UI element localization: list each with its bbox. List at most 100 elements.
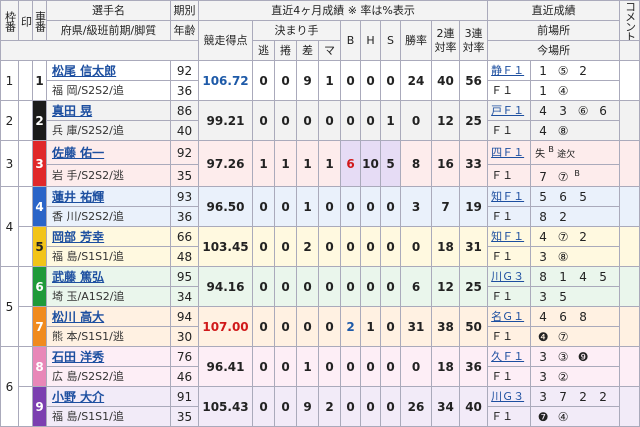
prev-venue-link[interactable]: 静Ｆ１ (487, 60, 532, 81)
rank-mark: 5 (579, 189, 587, 204)
stat-b: 0 (340, 60, 361, 101)
rank-mark: 8 (539, 209, 547, 224)
kimarite-count: 0 (274, 306, 297, 347)
age: 35 (170, 406, 199, 427)
period: 86 (170, 100, 199, 121)
car-number: 1 (32, 60, 47, 101)
mark-cell[interactable] (18, 346, 33, 387)
kimarite-count: 2 (296, 226, 319, 267)
header-shirushi: 印 (18, 0, 33, 41)
age: 34 (170, 286, 199, 307)
period: 94 (170, 306, 199, 327)
player-name-link[interactable]: 蓮井 祐輝 (46, 186, 171, 207)
player-name-link[interactable]: 佐藤 佑一 (46, 140, 171, 165)
car-number-label: 3 (35, 156, 44, 171)
car-number: 8 (32, 346, 47, 387)
prev-venue-link[interactable]: 川Ｇ３ (487, 266, 532, 287)
race-score: 106.72 (198, 60, 253, 101)
stat-h: 0 (360, 266, 381, 307)
kimarite-count: 0 (318, 266, 341, 307)
player-name-link[interactable]: 松尾 信太郎 (46, 60, 171, 81)
cur-venue: Ｆ１ (487, 164, 532, 187)
prev-venue-link[interactable]: 久Ｆ１ (487, 346, 532, 367)
player-name-link[interactable]: 小野 大介 (46, 386, 171, 407)
stat-h: 0 (360, 226, 381, 267)
car-number: 4 (32, 186, 47, 227)
kimarite-count: 0 (318, 226, 341, 267)
mark-cell[interactable] (18, 306, 33, 347)
rank-mark: 3 (559, 103, 567, 118)
prev-venue-link[interactable]: 四Ｆ１ (487, 140, 532, 165)
kimarite-count: 1 (252, 140, 275, 187)
rate-r3: 31 (458, 226, 489, 267)
stat-s: 0 (380, 306, 401, 347)
kimarite-count: 9 (296, 386, 319, 427)
kimarite-count: 1 (296, 186, 319, 227)
rank-mark: 4 (539, 123, 547, 138)
player-name-link[interactable]: 真田 晃 (46, 100, 171, 121)
kimarite-count: 0 (318, 306, 341, 347)
cur-ranks: 3⑧ (530, 246, 621, 267)
rank-mark: ❹ (537, 329, 549, 344)
prev-venue-link[interactable]: 知Ｆ１ (487, 226, 532, 247)
header-k2: 捲 (274, 40, 297, 61)
rate-win: 8 (400, 140, 432, 187)
mark-cell[interactable] (18, 266, 33, 307)
header-score: 競走得点 (198, 20, 253, 61)
prev-ranks: 43⑥6 (530, 100, 621, 121)
mark-cell[interactable] (18, 386, 33, 427)
stat-s: 0 (380, 186, 401, 227)
cur-venue: Ｆ１ (487, 406, 532, 427)
period: 95 (170, 266, 199, 287)
kimarite-count: 0 (274, 226, 297, 267)
player-name-link[interactable]: 武藤 篤弘 (46, 266, 171, 287)
player-prefecture-class: 岩 手/S2S2/逃 (46, 164, 171, 187)
header-recent: 直近4ヶ月成績 ※ 率は%表示 (197, 0, 489, 21)
player-name-link[interactable]: 岡部 芳幸 (46, 226, 171, 247)
header-player-sub: 府県/級班前期/脚質 (46, 20, 171, 41)
frame-number: 3 (0, 140, 19, 187)
rank-mark: ⑥ (577, 103, 589, 118)
header-player: 選手名 (46, 0, 171, 21)
rate-r3: 50 (458, 306, 489, 347)
mark-cell[interactable] (18, 186, 33, 227)
prev-ranks: 3722 (530, 386, 621, 407)
mark-cell[interactable] (18, 226, 33, 267)
age: 35 (170, 164, 199, 187)
cur-ranks: 7⑦B (530, 164, 621, 187)
kimarite-count: 0 (296, 306, 319, 347)
race-score: 103.45 (198, 226, 253, 267)
prev-venue-link[interactable]: 名Ｇ１ (487, 306, 532, 327)
player-prefecture-class: 埼 玉/A1S2/追 (46, 286, 171, 307)
header-prev-venue: 前場所 (487, 20, 621, 41)
rate-r2: 40 (431, 60, 460, 101)
car-number: 3 (32, 140, 47, 187)
rate-win: 6 (400, 266, 432, 307)
prev-venue-link[interactable]: 川Ｇ３ (487, 386, 532, 407)
frame-number: 5 (0, 266, 19, 347)
kimarite-count: 0 (318, 100, 341, 141)
stat-s: 5 (380, 140, 401, 187)
player-name-link[interactable]: 石田 洋秀 (46, 346, 171, 367)
mark-cell[interactable] (18, 100, 33, 141)
age: 30 (170, 326, 199, 347)
rate-win: 26 (400, 386, 432, 427)
prev-venue-link[interactable]: 知Ｆ１ (487, 186, 532, 207)
rate-r3: 56 (458, 60, 489, 101)
mark-cell[interactable] (18, 140, 33, 187)
comment-cell (619, 60, 640, 101)
prev-venue-link[interactable]: 戸Ｆ１ (487, 100, 532, 121)
rider-row: 5 6 武藤 篤弘 95 94.16 0 0 0 0 0 0 0 6 12 25 川Ｇ３ 8 1 4 5 (0, 266, 640, 347)
race-score: 96.41 (198, 346, 253, 387)
car-number-label: 6 (35, 279, 44, 294)
kimarite-count: 0 (296, 266, 319, 307)
header-s: S (380, 20, 401, 61)
mark-cell[interactable] (18, 60, 33, 101)
stat-h: 0 (360, 186, 381, 227)
period: 93 (170, 186, 199, 207)
player-name-link[interactable]: 松川 高大 (46, 306, 171, 327)
header-ren3: 3連 対率 (458, 20, 489, 61)
header-kimarite: 決まり手 (252, 20, 341, 41)
stat-h: 1 (360, 306, 381, 347)
car-number-label: 4 (35, 199, 44, 214)
